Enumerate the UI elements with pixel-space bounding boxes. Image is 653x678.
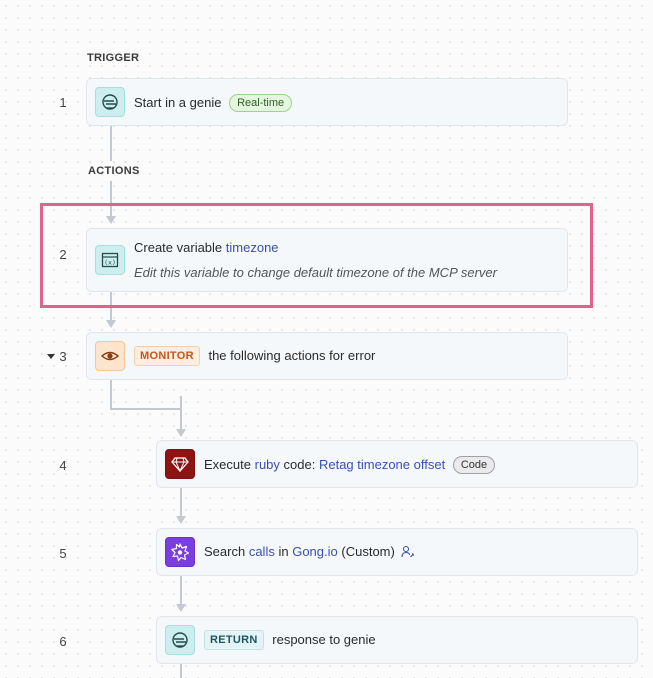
connector-line (180, 487, 182, 517)
object-link[interactable]: calls (249, 544, 275, 559)
genie-icon (95, 87, 125, 117)
step-title: Start in a genie (134, 95, 222, 110)
action-name-link[interactable]: Retag timezone offset (319, 457, 445, 472)
eye-icon (95, 341, 125, 371)
step-card-search-gong[interactable]: Search calls in Gong.io (Custom) (156, 528, 638, 576)
gong-icon (165, 537, 195, 567)
connector-arrow (176, 516, 186, 524)
step-card-monitor[interactable]: MONITOR the following actions for error (86, 332, 568, 380)
connector-arrow (176, 429, 186, 437)
execute-label: Execute (204, 457, 251, 472)
connector-line (180, 575, 182, 605)
custom-label: (Custom) (341, 544, 395, 559)
step-title: the following actions for error (208, 348, 376, 363)
monitor-tag: MONITOR (134, 346, 200, 366)
search-label: Search (204, 544, 246, 559)
connector-line (110, 125, 112, 161)
code-label: code: (283, 457, 316, 472)
step-number: 1 (59, 95, 67, 110)
realtime-badge: Real-time (229, 94, 293, 112)
step-card-execute-ruby[interactable]: Execute ruby code: Retag timezone offset… (156, 440, 638, 488)
user-connection-icon[interactable] (401, 545, 415, 561)
trigger-section-label: TRIGGER (87, 52, 140, 64)
return-tag: RETURN (204, 630, 264, 650)
connector-branch (110, 396, 182, 410)
step-number: 4 (59, 458, 67, 473)
highlight-frame (40, 203, 593, 308)
genie-icon (165, 625, 195, 655)
connector-arrow (106, 320, 116, 328)
step-card-return[interactable]: RETURN response to genie (156, 616, 638, 664)
ruby-icon (165, 449, 195, 479)
in-label: in (278, 544, 289, 559)
app-link[interactable]: Gong.io (292, 544, 338, 559)
code-badge: Code (452, 456, 496, 474)
connector-arrow (176, 604, 186, 612)
step-card-trigger[interactable]: Start in a genie Real-time (86, 78, 568, 126)
step-number: 5 (59, 546, 67, 561)
step-number: 3 (59, 349, 67, 364)
connector-line (180, 663, 182, 678)
language-link[interactable]: ruby (255, 457, 280, 472)
actions-section-label: ACTIONS (88, 165, 140, 177)
connector-line (180, 410, 182, 430)
step-title: response to genie (272, 632, 376, 647)
step-number: 6 (59, 634, 67, 649)
